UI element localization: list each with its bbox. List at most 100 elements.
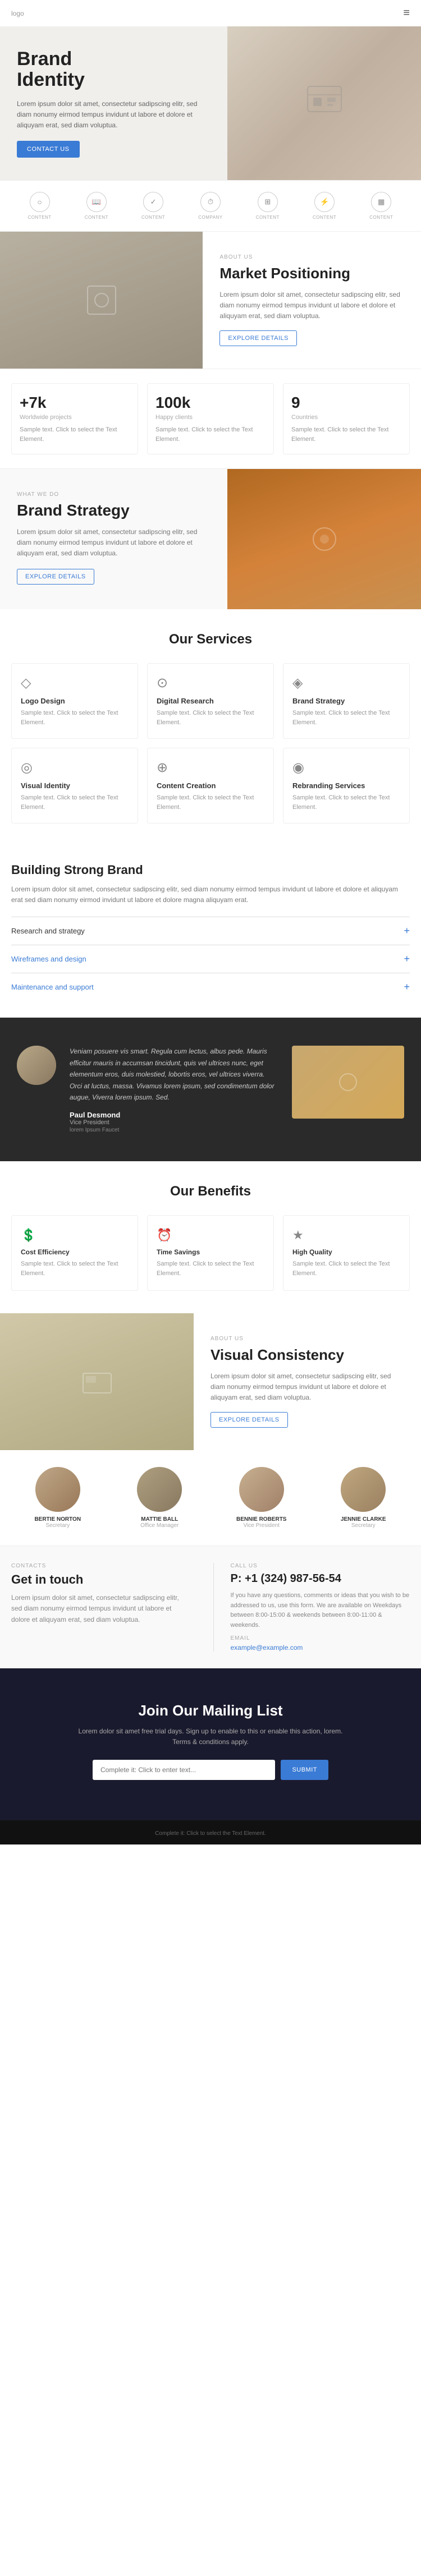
accordion-item-0[interactable]: Research and strategy + bbox=[11, 917, 410, 945]
accordion-label-2: Maintenance and support bbox=[11, 983, 94, 991]
get-in-touch-block: CONTACTS Get in touch Lorem ipsum dolor … bbox=[11, 1563, 202, 1651]
team-name-3: JENNIE CLARKE bbox=[341, 1516, 386, 1522]
mailing-section: Join Our Mailing List Lorem dolor sit am… bbox=[0, 1668, 421, 1820]
service-name-5: Rebranding Services bbox=[292, 781, 400, 790]
market-explore-button[interactable]: EXPLORE DETAILS bbox=[219, 330, 297, 346]
strategy-explore-button[interactable]: EXPLORE DETAILS bbox=[17, 569, 94, 585]
stat-label-1: Happy clients bbox=[155, 414, 266, 421]
team-role-1: Office Manager bbox=[140, 1522, 179, 1529]
stat-desc-2: Sample text. Click to select the Text El… bbox=[291, 425, 401, 444]
call-us-description: If you have any questions, comments or i… bbox=[231, 1591, 410, 1630]
visual-title: Visual Consistency bbox=[210, 1346, 404, 1364]
visual-explore-button[interactable]: EXPLORE DETAILS bbox=[210, 1412, 288, 1428]
benefits-title: Our Benefits bbox=[11, 1184, 410, 1199]
hero-description: Lorem ipsum dolor sit amet, consectetur … bbox=[17, 99, 210, 131]
mailing-submit-button[interactable]: SUBMIT bbox=[281, 1760, 328, 1780]
icon-item-2[interactable]: 📖 CONTENT bbox=[85, 192, 108, 220]
accordion-label-1: Wireframes and design bbox=[11, 955, 86, 963]
market-section: ABOUT US Market Positioning Lorem ipsum … bbox=[0, 232, 421, 369]
market-content: ABOUT US Market Positioning Lorem ipsum … bbox=[203, 232, 421, 369]
benefit-card-0: 💲 Cost Efficiency Sample text. Click to … bbox=[11, 1215, 138, 1291]
strategy-section: WHAT WE DO Brand Strategy Lorem ipsum do… bbox=[0, 469, 421, 609]
strategy-image bbox=[227, 469, 421, 609]
benefit-desc-1: Sample text. Click to select the Text El… bbox=[157, 1259, 264, 1278]
stat-label-0: Worldwide projects bbox=[20, 414, 130, 421]
menu-icon[interactable]: ≡ bbox=[403, 7, 410, 20]
icon-item-3[interactable]: ✓ CONTENT bbox=[141, 192, 165, 220]
icons-row: ○ CONTENT 📖 CONTENT ✓ CONTENT ⏱ COMPANY … bbox=[0, 180, 421, 232]
hero-text: Brand Identity Lorem ipsum dolor sit ame… bbox=[0, 26, 227, 180]
team-member-0: BERTIE NORTON Secretary bbox=[11, 1467, 104, 1529]
icon-item-1[interactable]: ○ CONTENT bbox=[28, 192, 52, 220]
testimonial-company: lorem Ipsum Faucet bbox=[70, 1127, 278, 1133]
icon-item-6[interactable]: ⚡ CONTENT bbox=[313, 192, 336, 220]
accordion-item-1[interactable]: Wireframes and design + bbox=[11, 945, 410, 973]
hero-contact-button[interactable]: CONTACT US bbox=[17, 141, 80, 158]
mailing-input[interactable] bbox=[93, 1760, 275, 1780]
mailing-title: Join Our Mailing List bbox=[11, 1702, 410, 1719]
service-desc-3: Sample text. Click to select the Text El… bbox=[21, 793, 129, 812]
navigation: logo ≡ bbox=[0, 0, 421, 26]
icon-item-4[interactable]: ⏱ COMPANY bbox=[198, 192, 222, 220]
benefit-icon-2: ★ bbox=[292, 1228, 400, 1243]
testimonial-image-graphic bbox=[337, 1071, 359, 1093]
testimonial-role: Vice President bbox=[70, 1119, 278, 1126]
strategy-title: Brand Strategy bbox=[17, 501, 210, 520]
team-member-1: MATTIE BALL Office Manager bbox=[113, 1467, 207, 1529]
divider-vertical bbox=[213, 1563, 214, 1651]
strategy-content: WHAT WE DO Brand Strategy Lorem ipsum do… bbox=[0, 469, 227, 609]
service-name-1: Digital Research bbox=[157, 697, 264, 705]
market-image bbox=[0, 232, 203, 369]
testimonial-side-image bbox=[292, 1046, 404, 1119]
benefit-card-2: ★ High Quality Sample text. Click to sel… bbox=[283, 1215, 410, 1291]
icon-label-6: CONTENT bbox=[313, 215, 336, 220]
service-icon-0: ◇ bbox=[21, 675, 129, 691]
service-icon-3: ◎ bbox=[21, 760, 129, 776]
stat-value-1: 100k bbox=[155, 394, 266, 412]
team-avatar-1 bbox=[137, 1467, 182, 1512]
team-name-0: BERTIE NORTON bbox=[34, 1516, 81, 1522]
service-name-2: Brand Strategy bbox=[292, 697, 400, 705]
email-label: EMAIL bbox=[231, 1635, 410, 1641]
team-avatar-3 bbox=[341, 1467, 386, 1512]
icon-item-7[interactable]: ▦ CONTENT bbox=[369, 192, 393, 220]
logo: logo bbox=[11, 10, 24, 17]
visual-image bbox=[0, 1313, 194, 1450]
team-member-2: BENNIE ROBERTS Vice President bbox=[215, 1467, 308, 1529]
building-section: Building Strong Brand Lorem ipsum dolor … bbox=[0, 846, 421, 1018]
contact-description: Lorem ipsum dolor sit amet, consectetur … bbox=[11, 1593, 191, 1625]
benefit-card-1: ⏰ Time Savings Sample text. Click to sel… bbox=[147, 1215, 274, 1291]
market-title: Market Positioning bbox=[219, 265, 404, 282]
service-name-0: Logo Design bbox=[21, 697, 129, 705]
contact-title: Get in touch bbox=[11, 1572, 191, 1587]
hero-section: Brand Identity Lorem ipsum dolor sit ame… bbox=[0, 26, 421, 180]
benefits-grid: 💲 Cost Efficiency Sample text. Click to … bbox=[11, 1215, 410, 1291]
building-title: Building Strong Brand bbox=[11, 863, 410, 877]
stat-item-2: 9 Countries Sample text. Click to select… bbox=[283, 383, 410, 454]
strategy-label: WHAT WE DO bbox=[17, 491, 210, 498]
service-icon-5: ◉ bbox=[292, 760, 400, 776]
call-us-block: CALL US P: +1 (324) 987-56-54 If you hav… bbox=[225, 1563, 410, 1651]
team-name-1: MATTIE BALL bbox=[141, 1516, 178, 1522]
service-name-3: Visual Identity bbox=[21, 781, 129, 790]
icon-item-5[interactable]: ⊞ CONTENT bbox=[256, 192, 280, 220]
benefit-icon-0: 💲 bbox=[21, 1228, 129, 1243]
contact-email: example@example.com bbox=[231, 1644, 410, 1652]
visual-section: ABOUT US Visual Consistency Lorem ipsum … bbox=[0, 1313, 421, 1450]
call-us-label: CALL US bbox=[231, 1563, 410, 1569]
strategy-image-graphic bbox=[308, 522, 341, 556]
icon-label-7: CONTENT bbox=[369, 215, 393, 220]
team-role-0: Secretary bbox=[45, 1522, 70, 1529]
services-grid: ◇ Logo Design Sample text. Click to sele… bbox=[11, 663, 410, 824]
stats-section: +7k Worldwide projects Sample text. Clic… bbox=[0, 369, 421, 469]
services-section: Our Services ◇ Logo Design Sample text. … bbox=[0, 609, 421, 846]
benefit-desc-0: Sample text. Click to select the Text El… bbox=[21, 1259, 129, 1278]
service-desc-5: Sample text. Click to select the Text El… bbox=[292, 793, 400, 812]
service-card-3: ◎ Visual Identity Sample text. Click to … bbox=[11, 748, 138, 824]
team-name-2: BENNIE ROBERTS bbox=[236, 1516, 286, 1522]
visual-label: ABOUT US bbox=[210, 1336, 404, 1342]
service-name-4: Content Creation bbox=[157, 781, 264, 790]
accordion-item-2[interactable]: Maintenance and support + bbox=[11, 973, 410, 1001]
hero-image bbox=[227, 26, 421, 180]
icon-label-3: CONTENT bbox=[141, 215, 165, 220]
